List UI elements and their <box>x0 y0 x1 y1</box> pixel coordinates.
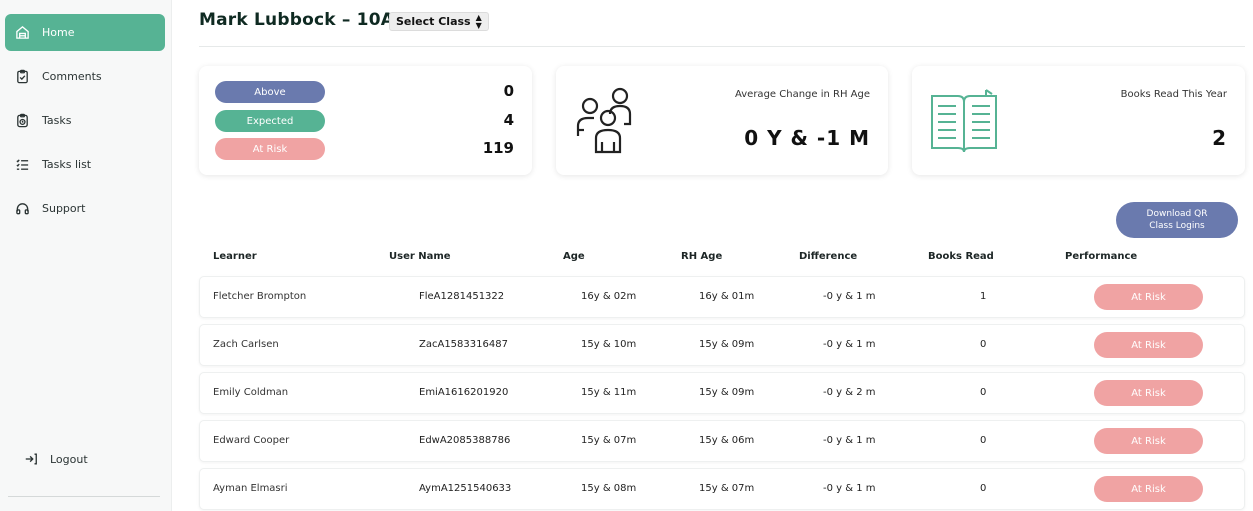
difference: -0 y & 1 m <box>823 435 876 446</box>
performance-badge: At Risk <box>1094 332 1203 358</box>
rh-age-caption: Average Change in RH Age <box>735 89 870 100</box>
books-read: 0 <box>980 339 987 350</box>
column-header-performance[interactable]: Performance <box>1065 251 1137 262</box>
table-row[interactable]: Emily Coldman EmiA1616201920 15y & 11m 1… <box>199 372 1245 414</box>
username: FleA1281451322 <box>419 291 505 302</box>
logout-label: Logout <box>50 452 88 466</box>
performance-badge: At Risk <box>1094 428 1203 454</box>
list-icon <box>16 159 29 170</box>
age: 15y & 11m <box>581 387 637 398</box>
table-row[interactable]: Zach Carlsen ZacA1583316487 15y & 10m 15… <box>199 324 1245 366</box>
download-qr-logins-button[interactable]: Download QR Class Logins <box>1116 202 1238 238</box>
sidebar-item-home[interactable]: Home <box>5 14 165 51</box>
difference: -0 y & 1 m <box>823 291 876 302</box>
difference: -0 y & 2 m <box>823 387 876 398</box>
age: 16y & 02m <box>581 291 637 302</box>
clipboard-clock-icon <box>17 113 28 128</box>
headphones-icon <box>16 203 29 215</box>
clipboard-check-icon <box>17 69 28 84</box>
select-class-label: Select Class <box>396 15 471 28</box>
learner-name: Emily Coldman <box>213 387 289 398</box>
username: AymA1251540633 <box>419 483 512 494</box>
expected-badge: Expected <box>215 110 325 132</box>
table-row[interactable]: Ayman Elmasri AymA1251540633 15y & 08m 1… <box>199 468 1245 510</box>
logout-button[interactable]: Logout <box>24 448 88 470</box>
books-read-value: 2 <box>1212 126 1227 150</box>
rh-age: 15y & 07m <box>699 483 755 494</box>
learner-name: Ayman Elmasri <box>213 483 288 494</box>
books-read-card: Books Read This Year 2 <box>912 66 1245 175</box>
sidebar-item-label: Tasks <box>42 114 72 127</box>
rh-age: 15y & 09m <box>699 387 755 398</box>
sidebar-item-tasks-list[interactable]: Tasks list <box>5 146 165 183</box>
sidebar-item-label: Tasks list <box>42 158 92 171</box>
age: 15y & 08m <box>581 483 637 494</box>
books-read: 0 <box>980 387 987 398</box>
people-icon <box>576 87 632 154</box>
rh-age: 15y & 06m <box>699 435 755 446</box>
sidebar-item-label: Comments <box>42 70 102 83</box>
books-read-caption: Books Read This Year <box>1120 89 1227 100</box>
age: 15y & 07m <box>581 435 637 446</box>
select-class-dropdown[interactable]: Select Class ▲ ▼ <box>389 12 489 31</box>
age: 15y & 10m <box>581 339 637 350</box>
home-icon <box>16 26 29 39</box>
learner-name: Edward Cooper <box>213 435 290 446</box>
sidebar-divider <box>8 496 160 497</box>
column-header-age[interactable]: Age <box>563 251 585 262</box>
page-title: Mark Lubbock – 10A <box>199 10 395 30</box>
expected-count: 4 <box>503 111 514 129</box>
rh-age-value: 0 Y & -1 M <box>744 126 870 150</box>
column-header-username[interactable]: User Name <box>389 251 451 262</box>
sidebar-item-label: Support <box>42 202 86 215</box>
download-button-line1: Download QR <box>1146 209 1208 219</box>
table-row[interactable]: Fletcher Brompton FleA1281451322 16y & 0… <box>199 276 1245 318</box>
rh-age: 16y & 01m <box>699 291 755 302</box>
column-header-difference[interactable]: Difference <box>799 251 857 262</box>
at-risk-count: 119 <box>482 139 514 157</box>
table-row[interactable]: Edward Cooper EdwA2085388786 15y & 07m 1… <box>199 420 1245 462</box>
performance-badge: At Risk <box>1094 380 1203 406</box>
column-header-learner[interactable]: Learner <box>213 251 257 262</box>
sidebar-item-support[interactable]: Support <box>5 190 165 227</box>
performance-summary-card: Above 0 Expected 4 At Risk 119 <box>199 66 532 175</box>
header-divider <box>199 46 1245 47</box>
rh-age: 15y & 09m <box>699 339 755 350</box>
sidebar-item-comments[interactable]: Comments <box>5 58 165 95</box>
learner-name: Zach Carlsen <box>213 339 279 350</box>
rh-age-card: Average Change in RH Age 0 Y & -1 M <box>556 66 888 175</box>
books-read: 1 <box>980 291 987 302</box>
books-read: 0 <box>980 483 987 494</box>
above-badge: Above <box>215 81 325 103</box>
download-button-line2: Class Logins <box>1149 221 1205 231</box>
username: ZacA1583316487 <box>419 339 508 350</box>
difference: -0 y & 1 m <box>823 483 876 494</box>
books-read: 0 <box>980 435 987 446</box>
learner-name: Fletcher Brompton <box>213 291 307 302</box>
above-count: 0 <box>503 82 514 100</box>
difference: -0 y & 1 m <box>823 339 876 350</box>
username: EmiA1616201920 <box>419 387 509 398</box>
book-icon <box>931 89 997 153</box>
sidebar: Home Comments Tasks Tasks list Support L… <box>0 0 172 511</box>
column-header-books-read[interactable]: Books Read <box>928 251 994 262</box>
performance-badge: At Risk <box>1094 284 1203 310</box>
at-risk-badge: At Risk <box>215 138 325 160</box>
performance-badge: At Risk <box>1094 476 1203 502</box>
logout-icon <box>25 453 37 465</box>
sidebar-item-label: Home <box>42 26 75 39</box>
sidebar-item-tasks[interactable]: Tasks <box>5 102 165 139</box>
column-header-rh-age[interactable]: RH Age <box>681 251 722 262</box>
updown-arrows-icon: ▲ ▼ <box>475 12 482 30</box>
username: EdwA2085388786 <box>419 435 511 446</box>
